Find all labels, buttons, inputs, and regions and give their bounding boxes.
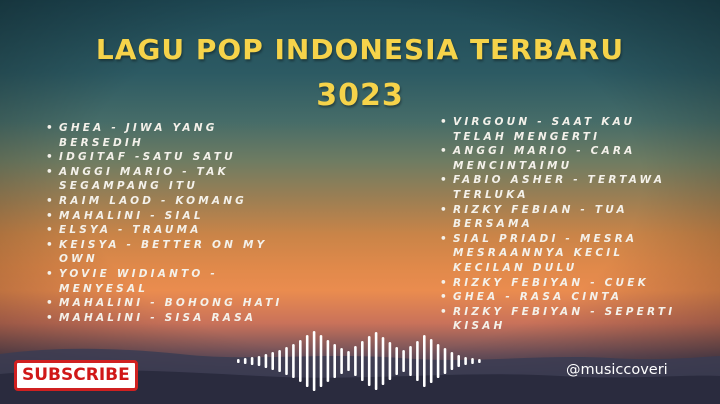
waveform-bar — [340, 348, 343, 374]
list-item: YOVIE WIDIANTO - MENYESAL — [46, 267, 286, 296]
waveform-bar — [250, 357, 254, 365]
waveform-bar — [333, 344, 336, 378]
list-item: SIAL PRIADI - MESRA MESRAANNYA KECIL KEC… — [440, 232, 690, 276]
waveform-bar — [305, 335, 309, 387]
waveform-bar — [450, 352, 454, 370]
list-item: ELSYA - TRAUMA — [46, 223, 286, 238]
list-item: ANGGI MARIO - TAK SEGAMPANG ITU — [46, 165, 286, 194]
waveform-bar — [271, 352, 274, 370]
waveform-bar — [237, 359, 240, 363]
waveform-bar — [423, 335, 426, 387]
subscribe-button[interactable]: SUBSCRIBE — [14, 360, 138, 391]
waveform-bar — [292, 344, 295, 378]
waveform-bar — [464, 357, 467, 365]
channel-handle: @musiccoveri — [566, 362, 668, 378]
list-item: RIZKY FEBIYAN - CUEK — [440, 276, 690, 291]
list-item: GHEA - JIWA YANG BERSEDIH — [46, 121, 286, 150]
list-item: ANGGI MARIO - CARA MENCINTAIMU — [440, 144, 690, 173]
waveform-bar — [457, 355, 460, 367]
waveform-bar — [257, 356, 261, 366]
waveform-bar — [347, 351, 350, 371]
waveform-bar — [395, 347, 398, 375]
list-item: VIRGOUN - SAAT KAU TELAH MENGERTI — [440, 115, 690, 144]
page-title-year: 3023 — [316, 78, 404, 113]
list-item: IDGITAF -SATU SATU — [46, 150, 286, 165]
waveform-bar — [416, 341, 419, 381]
waveform-bar — [478, 359, 481, 363]
waveform-bar — [443, 348, 447, 374]
waveform-bar — [285, 347, 288, 375]
waveform-bar — [471, 358, 474, 364]
waveform-bar — [367, 336, 371, 386]
waveform-bar — [354, 346, 357, 376]
list-item: MAHALINI - SIAL — [46, 209, 286, 224]
audio-waveform-icon — [237, 331, 481, 391]
waveform-bar — [299, 340, 302, 382]
page-title: LAGU POP INDONESIA TERBARU — [95, 33, 625, 66]
playlist-left: GHEA - JIWA YANG BERSEDIH IDGITAF -SATU … — [46, 121, 286, 325]
list-item: GHEA - RASA CINTA — [440, 290, 690, 305]
waveform-bar — [319, 335, 323, 387]
waveform-bar — [374, 332, 378, 390]
waveform-bar — [264, 354, 268, 368]
waveform-bar — [326, 340, 330, 382]
list-item: KEISYA - BETTER ON MY OWN — [46, 238, 286, 267]
list-item: RIZKY FEBIAN - TUA BERSAMA — [440, 203, 690, 232]
list-item: MAHALINI - BOHONG HATI — [46, 296, 286, 311]
list-item: FABIO ASHER - TERTAWA TERLUKA — [440, 173, 690, 202]
list-item: RAIM LAOD - KOMANG — [46, 194, 286, 209]
waveform-bar — [409, 346, 412, 376]
waveform-bar — [436, 344, 440, 378]
waveform-bar — [243, 358, 247, 364]
waveform-bar — [278, 350, 281, 372]
waveform-bar — [429, 339, 433, 383]
playlist-right: VIRGOUN - SAAT KAU TELAH MENGERTI ANGGI … — [440, 115, 690, 334]
list-item: MAHALINI - SISA RASA — [46, 311, 286, 326]
waveform-bar — [381, 337, 385, 385]
waveform-bar — [312, 331, 316, 391]
waveform-bar — [361, 341, 364, 381]
waveform-bar — [388, 342, 392, 380]
waveform-bar — [402, 350, 405, 372]
